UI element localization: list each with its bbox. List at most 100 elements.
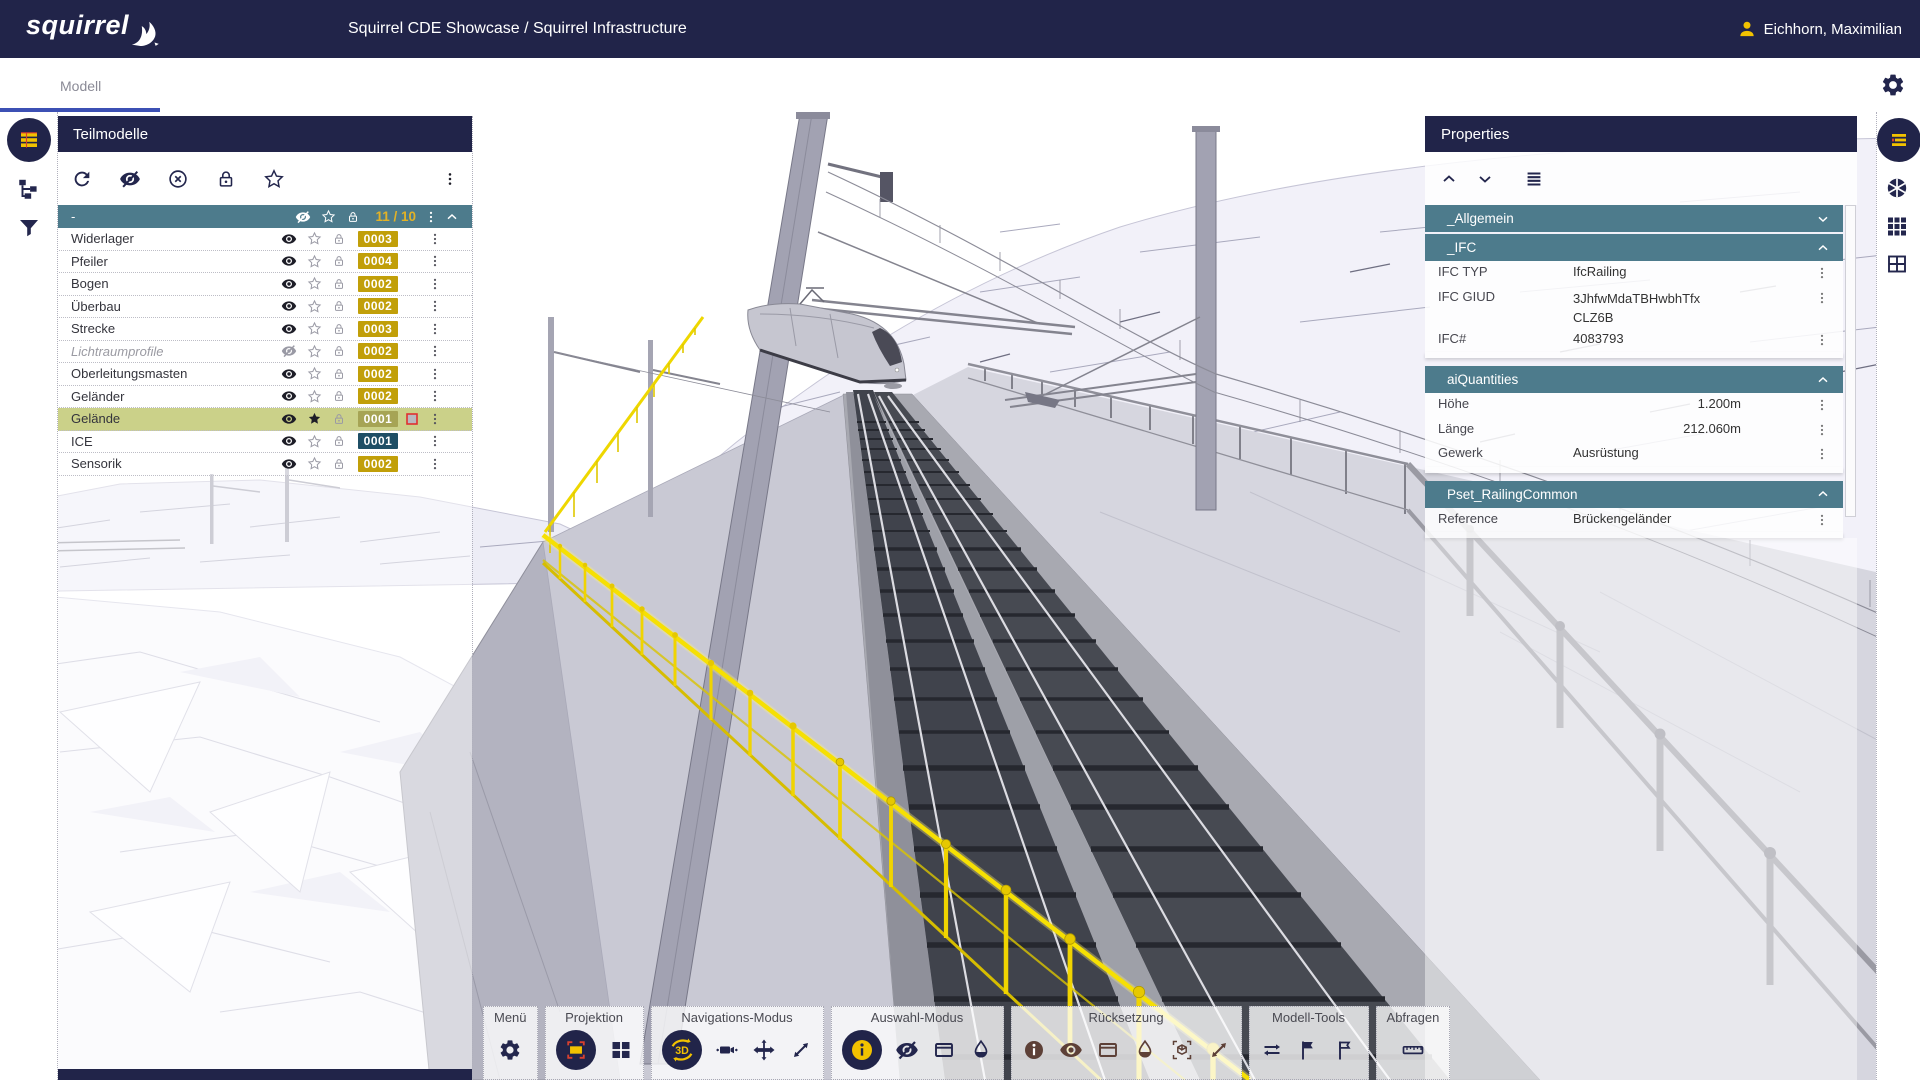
perspective-active-button[interactable]	[556, 1030, 596, 1070]
measure-ruler-icon[interactable]	[1401, 1038, 1425, 1062]
version-badge[interactable]: 0002	[358, 388, 398, 404]
row-menu-icon[interactable]	[428, 232, 442, 246]
row-menu-icon[interactable]	[428, 254, 442, 268]
orbit-3d-active-button[interactable]: 3D	[662, 1030, 702, 1070]
row-menu-icon[interactable]	[428, 344, 442, 358]
version-badge[interactable]: 0002	[358, 366, 398, 382]
reset-card-icon[interactable]	[1096, 1038, 1120, 1062]
reset-color-icon[interactable]	[1133, 1038, 1157, 1062]
list-item-ice[interactable]: ICE 0001	[57, 431, 472, 454]
properties-strip-button[interactable]	[1877, 118, 1920, 162]
reset-info-icon[interactable]	[1022, 1038, 1046, 1062]
list-item-gelaender[interactable]: Geländer 0002	[57, 386, 472, 409]
flag-filled-icon[interactable]	[1297, 1038, 1321, 1062]
version-badge[interactable]: 0002	[358, 343, 398, 359]
lock-icon[interactable]	[332, 277, 346, 291]
zoom-extents-icon[interactable]	[789, 1038, 813, 1062]
isolate-card-icon[interactable]	[932, 1038, 956, 1062]
star-icon[interactable]	[307, 344, 322, 359]
visibility-icon[interactable]	[281, 276, 297, 292]
row-menu-icon[interactable]	[428, 367, 442, 381]
star-icon[interactable]	[307, 456, 322, 471]
lock-icon[interactable]	[332, 299, 346, 313]
row-menu-icon[interactable]	[428, 277, 442, 291]
reset-zoom-icon[interactable]	[1207, 1038, 1231, 1062]
pan-camera-icon[interactable]	[715, 1038, 739, 1062]
menu-gear-icon[interactable]	[498, 1038, 522, 1062]
visibility-icon[interactable]	[281, 321, 297, 337]
lock-icon[interactable]	[332, 434, 346, 448]
visibility-icon[interactable]	[281, 298, 297, 314]
lock-icon[interactable]	[332, 344, 346, 358]
logo[interactable]: squirrel	[26, 10, 163, 48]
hide-all-icon[interactable]	[119, 168, 141, 190]
property-menu-icon[interactable]	[1815, 423, 1829, 437]
lock-icon[interactable]	[332, 322, 346, 336]
section-allgemein[interactable]: _Allgemein	[1425, 205, 1843, 232]
lock-icon[interactable]	[332, 389, 346, 403]
hide-selected-icon[interactable]	[895, 1038, 919, 1062]
visibility-icon[interactable]	[281, 366, 297, 382]
star-icon[interactable]	[307, 389, 322, 404]
model-tree-icon[interactable]	[16, 176, 42, 202]
version-badge[interactable]: 0004	[358, 253, 398, 269]
property-menu-icon[interactable]	[1815, 447, 1829, 461]
star-icon[interactable]	[307, 254, 322, 269]
row-menu-icon[interactable]	[428, 434, 442, 448]
compare-swap-icon[interactable]	[1260, 1038, 1284, 1062]
version-badge[interactable]: 0001	[358, 411, 398, 427]
list-item-sensorik[interactable]: Sensorik 0002	[57, 453, 472, 476]
property-menu-icon[interactable]	[1815, 398, 1829, 412]
version-badge[interactable]: 0002	[358, 456, 398, 472]
group-visibility-icon[interactable]	[295, 209, 311, 225]
color-swatch-icon[interactable]	[404, 411, 420, 427]
version-badge[interactable]: 0002	[358, 276, 398, 292]
list-item-gelaende-selected[interactable]: Gelände 0001	[57, 408, 472, 431]
row-menu-icon[interactable]	[428, 299, 442, 313]
list-item-widerlager[interactable]: Widerlager 0003	[57, 228, 472, 251]
list-item-ueberbau[interactable]: Überbau 0002	[57, 296, 472, 319]
reset-visibility-icon[interactable]	[1059, 1038, 1083, 1062]
star-icon[interactable]	[307, 321, 322, 336]
star-icon[interactable]	[307, 299, 322, 314]
panel-menu-icon[interactable]	[442, 171, 458, 187]
visibility-icon[interactable]	[281, 388, 297, 404]
star-icon[interactable]	[307, 434, 322, 449]
lock-icon[interactable]	[332, 232, 346, 246]
version-badge[interactable]: 0001	[358, 433, 398, 449]
group-lock-icon[interactable]	[346, 210, 360, 224]
shutter-icon[interactable]	[1885, 176, 1909, 200]
info-select-active-button[interactable]	[842, 1030, 882, 1070]
list-item-strecke[interactable]: Strecke 0003	[57, 318, 472, 341]
property-menu-icon[interactable]	[1815, 333, 1829, 347]
list-item-bogen[interactable]: Bogen 0002	[57, 273, 472, 296]
visibility-icon[interactable]	[281, 231, 297, 247]
grid-icon[interactable]	[1885, 214, 1909, 238]
favorite-all-icon[interactable]	[263, 168, 285, 190]
prev-property-icon[interactable]	[1439, 169, 1459, 189]
collapse-chevron-icon[interactable]	[444, 209, 460, 225]
lock-icon[interactable]	[332, 254, 346, 268]
group-menu-icon[interactable]	[424, 210, 438, 224]
version-badge[interactable]: 0002	[358, 298, 398, 314]
property-menu-icon[interactable]	[1815, 266, 1829, 280]
list-item-oberleitungsmasten[interactable]: Oberleitungsmasten 0002	[57, 363, 472, 386]
star-icon[interactable]	[307, 276, 322, 291]
property-menu-icon[interactable]	[1815, 513, 1829, 527]
section-pset-railingcommon[interactable]: Pset_RailingCommon	[1425, 481, 1843, 508]
move-icon[interactable]	[752, 1038, 776, 1062]
orthographic-icon[interactable]	[609, 1038, 633, 1062]
filter-icon[interactable]	[17, 216, 41, 240]
list-item-pfeiler[interactable]: Pfeiler 0004	[57, 251, 472, 274]
property-menu-icon[interactable]	[1815, 291, 1829, 305]
version-badge[interactable]: 0003	[358, 231, 398, 247]
properties-scrollbar[interactable]	[1845, 205, 1856, 517]
teilmodelle-strip-button[interactable]	[7, 118, 51, 162]
refresh-icon[interactable]	[71, 168, 93, 190]
next-property-icon[interactable]	[1475, 169, 1495, 189]
property-list-icon[interactable]	[1523, 168, 1545, 190]
row-menu-icon[interactable]	[428, 412, 442, 426]
tab-modell[interactable]: Modell	[60, 78, 101, 94]
visibility-icon[interactable]	[281, 411, 297, 427]
lock-icon[interactable]	[332, 412, 346, 426]
